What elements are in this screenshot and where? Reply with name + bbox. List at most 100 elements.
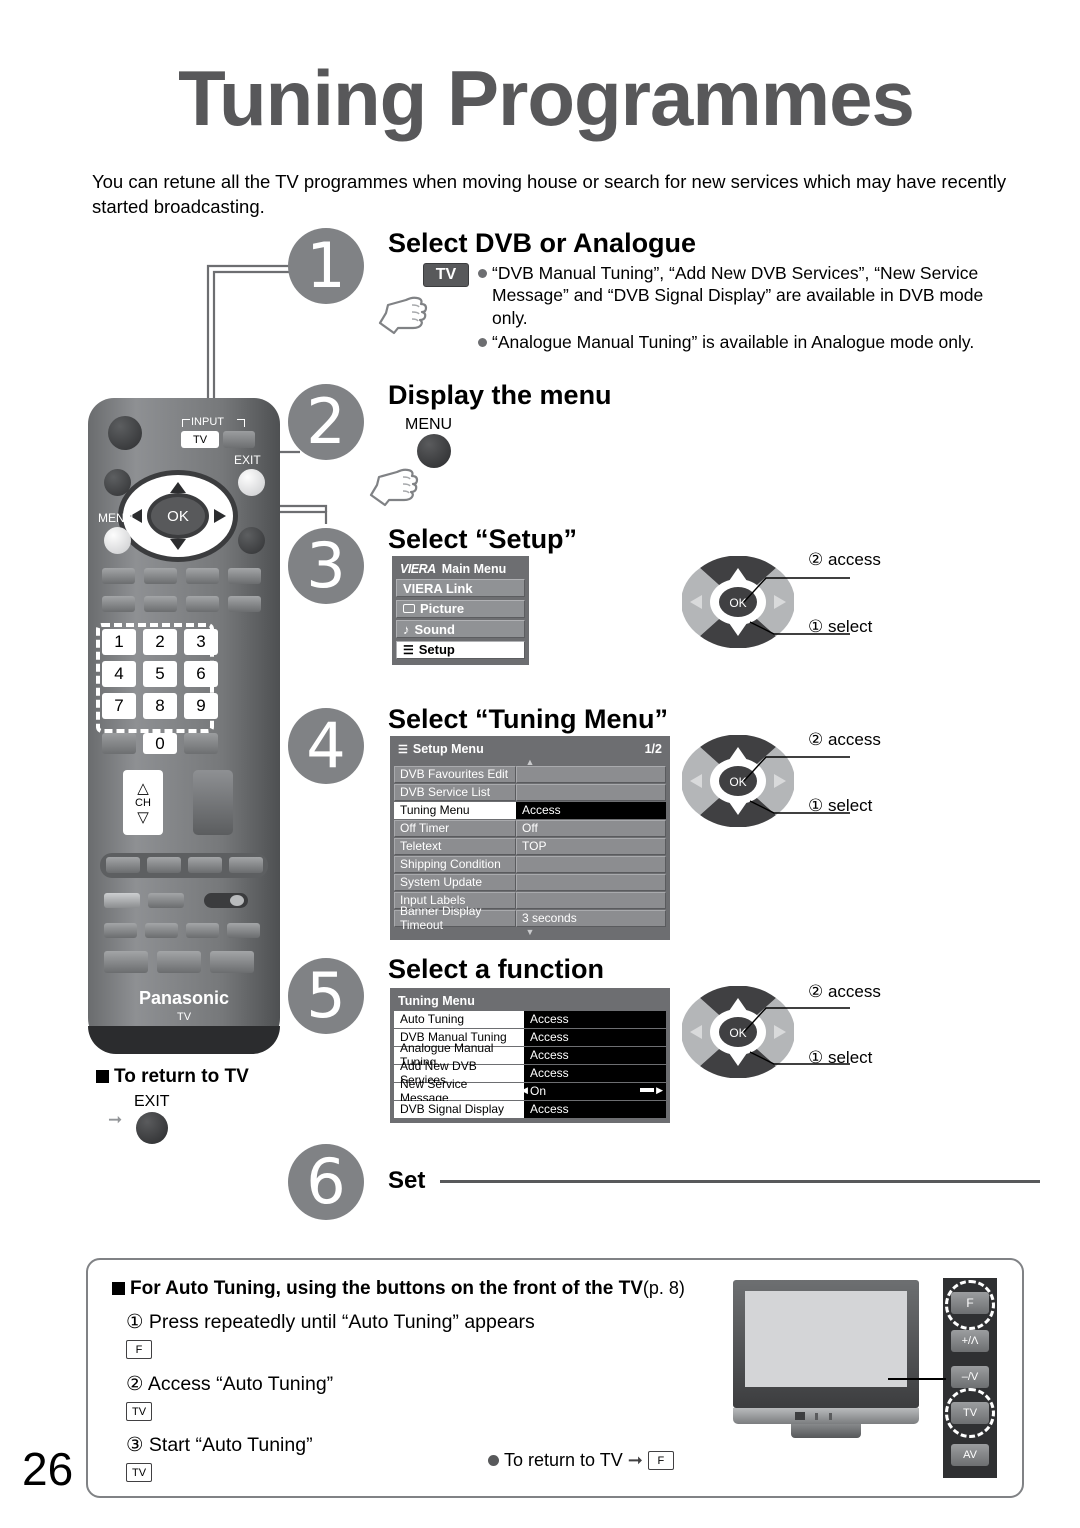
num-key[interactable]: 3 bbox=[184, 629, 218, 655]
square-bullet-icon bbox=[96, 1070, 109, 1083]
step-number-1-label: 1 bbox=[306, 229, 346, 302]
tv-button-f[interactable]: F bbox=[951, 1292, 989, 1314]
remote-tv-button[interactable]: TV bbox=[181, 431, 219, 448]
num-key[interactable]: 2 bbox=[143, 629, 177, 655]
tuning-menu-osd: Tuning Menu Auto Tuning Access DVB Manua… bbox=[390, 988, 670, 1123]
return-to-tv-heading: To return to TV bbox=[96, 1066, 249, 1088]
tv-keycap[interactable]: TV bbox=[126, 1463, 152, 1482]
step-number-5-label: 5 bbox=[306, 959, 346, 1032]
step-heading-4: Select “Tuning Menu” bbox=[388, 704, 669, 734]
auto-tuning-step-2: ② Access “Auto Tuning” TV bbox=[126, 1372, 333, 1421]
menu-label: MENU bbox=[98, 511, 134, 525]
list-icon: ☰ bbox=[403, 642, 414, 657]
pointing-hand-icon bbox=[369, 468, 419, 507]
setup-menu-row[interactable]: Shipping Condition bbox=[394, 856, 666, 873]
num-key[interactable]: 8 bbox=[143, 693, 177, 719]
setup-menu-row[interactable]: System Update bbox=[394, 874, 666, 891]
power-button[interactable] bbox=[108, 416, 142, 450]
step-text: Access “Auto Tuning” bbox=[147, 1373, 334, 1395]
tuning-menu-row[interactable]: New Service Message ◀ On ▶ bbox=[394, 1077, 666, 1105]
tv-button-volume-up[interactable]: +/Λ bbox=[951, 1330, 989, 1352]
main-menu-item-setup[interactable]: ☰ Setup bbox=[396, 640, 525, 659]
step-number-6-label: 6 bbox=[306, 1145, 346, 1218]
svg-text:OK: OK bbox=[167, 508, 189, 525]
tv-keycap[interactable]: TV bbox=[126, 1402, 152, 1421]
volume-rocker[interactable] bbox=[193, 770, 233, 835]
num-key[interactable]: 5 bbox=[143, 661, 177, 687]
setup-menu-row[interactable]: DVB Service List bbox=[394, 784, 666, 801]
return-to-tv-note: To return to TV ➞ F bbox=[488, 1450, 674, 1471]
exit-button-illustration[interactable] bbox=[136, 1112, 168, 1144]
setup-menu-row-selected[interactable]: Tuning Menu Access bbox=[394, 802, 666, 819]
remote-exit-button[interactable] bbox=[238, 469, 265, 496]
num-key[interactable]: 0 bbox=[143, 733, 177, 754]
channel-rocker[interactable]: △ CH ▽ bbox=[123, 770, 163, 835]
dpad-note-select: ① select bbox=[808, 1048, 873, 1067]
dpad-step4[interactable]: OK bbox=[682, 735, 850, 827]
numeric-keypad[interactable]: 1 2 3 4 5 6 7 8 9 bbox=[102, 629, 218, 719]
ch-label: CH bbox=[135, 796, 151, 809]
num-key[interactable]: 6 bbox=[184, 661, 218, 687]
remote-nav-pad[interactable]: OK bbox=[116, 466, 240, 566]
dpad-note-access: ② access bbox=[808, 982, 881, 1001]
tuning-menu-row[interactable]: Auto Tuning Access bbox=[394, 1011, 666, 1028]
tv-side-button-strip: F +/Λ –/V TV AV bbox=[943, 1278, 997, 1478]
tv-button-tv[interactable]: TV bbox=[951, 1402, 989, 1424]
square-bullet-icon bbox=[112, 1282, 125, 1295]
tv-button-volume-down[interactable]: –/V bbox=[951, 1366, 989, 1388]
right-arrow-icon[interactable]: ▶ bbox=[656, 1085, 663, 1096]
setup-menu-row[interactable]: DVB Favourites Edit bbox=[394, 766, 666, 783]
f-keycap[interactable]: F bbox=[647, 1451, 674, 1470]
exit-label: EXIT bbox=[234, 453, 261, 467]
blank-key[interactable] bbox=[184, 733, 218, 754]
remote-aux-button-right[interactable] bbox=[238, 527, 265, 554]
auto-tuning-step-1: ① Press repeatedly until “Auto Tuning” a… bbox=[126, 1310, 535, 1359]
main-menu-item-label: Picture bbox=[420, 601, 465, 616]
setup-menu-page-indicator: 1/2 bbox=[644, 742, 662, 756]
left-arrow-icon[interactable]: ◀ bbox=[521, 1085, 528, 1096]
remote-row-a[interactable] bbox=[104, 893, 248, 908]
blank-key[interactable] bbox=[102, 733, 136, 754]
step-heading-6: Set bbox=[388, 1167, 426, 1194]
remote-row-b[interactable] bbox=[104, 923, 260, 938]
step-number-2: 2 bbox=[288, 384, 364, 460]
step-heading-1: Select DVB or Analogue bbox=[388, 228, 697, 258]
setup-menu-row[interactable]: Teletext TOP bbox=[394, 838, 666, 855]
tv-button-av[interactable]: AV bbox=[951, 1444, 989, 1466]
bullet-dot-icon bbox=[478, 269, 487, 278]
scroll-up-arrow-icon[interactable]: ▲ bbox=[394, 758, 666, 767]
remote-colour-row-1[interactable] bbox=[102, 568, 261, 584]
return-to-tv-section: To return to TV ➞ EXIT bbox=[96, 1066, 249, 1144]
step-text: Press repeatedly until “Auto Tuning” app… bbox=[148, 1311, 535, 1333]
num-key[interactable]: 1 bbox=[102, 629, 136, 655]
step-number-5: 5 bbox=[288, 958, 364, 1034]
step-text: Start “Auto Tuning” bbox=[148, 1434, 313, 1456]
bullet-item: “DVB Manual Tuning”, “Add New DVB Servic… bbox=[478, 262, 1023, 329]
setup-menu-row[interactable]: Banner Display Timeout 3 seconds bbox=[394, 904, 666, 932]
num-key[interactable]: 9 bbox=[184, 693, 218, 719]
main-menu-item-sound[interactable]: ♪ Sound bbox=[396, 620, 525, 638]
main-menu-item-picture[interactable]: Picture bbox=[396, 599, 525, 618]
input-button[interactable] bbox=[223, 431, 255, 448]
step-circle-num: ② bbox=[126, 1373, 144, 1395]
setup-menu-row[interactable]: Off Timer Off bbox=[394, 820, 666, 837]
remote-colour-row-2[interactable] bbox=[102, 596, 261, 612]
step-circle-num: ① bbox=[126, 1311, 144, 1333]
num-key[interactable]: 7 bbox=[102, 693, 136, 719]
remote-menu-button[interactable] bbox=[104, 527, 131, 554]
dpad-step5[interactable]: OK bbox=[682, 986, 850, 1078]
remote-row-c[interactable] bbox=[104, 951, 254, 973]
num-key[interactable]: 4 bbox=[102, 661, 136, 687]
bullet-item: “Analogue Manual Tuning” is available in… bbox=[478, 331, 1023, 353]
tuning-menu-row[interactable]: DVB Signal Display Access bbox=[394, 1101, 666, 1118]
f-keycap[interactable]: F bbox=[126, 1340, 152, 1359]
remote-transport-row[interactable] bbox=[106, 857, 263, 873]
step6-rule bbox=[440, 1180, 1040, 1183]
step-heading-2: Display the menu bbox=[388, 380, 612, 410]
step-number-4: 4 bbox=[288, 708, 364, 784]
numeric-keypad-bottom-row[interactable]: 0 bbox=[102, 733, 218, 754]
auto-tuning-step-3: ③ Start “Auto Tuning” TV bbox=[126, 1433, 313, 1482]
main-menu-item-viera-link[interactable]: VIERA Link bbox=[396, 579, 525, 597]
dpad-step3[interactable]: OK bbox=[682, 556, 850, 648]
step-number-3-label: 3 bbox=[306, 529, 346, 602]
